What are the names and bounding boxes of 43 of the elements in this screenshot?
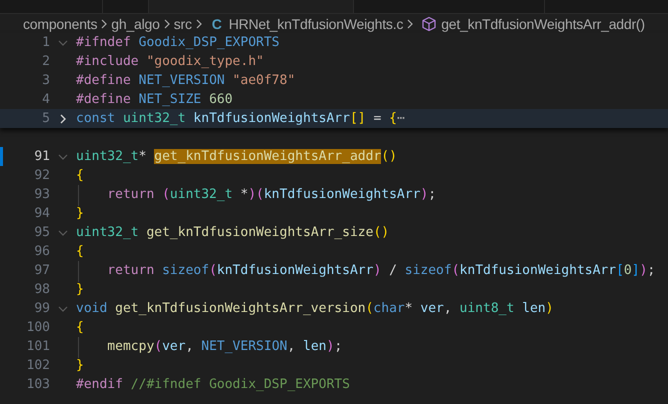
- line-number: 100: [26, 320, 50, 335]
- code-line: {: [76, 320, 84, 335]
- code-line: }: [76, 282, 84, 297]
- chevron-right-icon: [405, 18, 416, 30]
- line-number: 97: [33, 263, 50, 278]
- code-line: {: [76, 168, 84, 183]
- line-number: 2: [41, 54, 50, 69]
- c-file-icon: C: [212, 16, 222, 32]
- code-line: }: [76, 206, 84, 221]
- line-number: 91: [33, 149, 50, 164]
- code-line: void get_knTdfusionWeightsArr_version(char* ver, uint8_t len): [76, 301, 554, 316]
- code-line: uint32_t* get_knTdfusionWeightsArr_addr(): [76, 149, 397, 164]
- code-line: #ifndef Goodix_DSP_EXPORTS: [76, 35, 280, 50]
- line-number: 95: [33, 225, 50, 240]
- breadcrumb-item[interactable]: src: [174, 16, 192, 32]
- breadcrumb-item[interactable]: HRNet_knTdfusionWeights.c: [228, 16, 404, 32]
- line-number: 102: [26, 358, 50, 373]
- line-number: 3: [41, 73, 50, 88]
- breadcrumb-item[interactable]: get_knTdfusionWeightsArr_addr(): [441, 16, 645, 32]
- line-number: 1: [41, 35, 50, 50]
- line-number: 5: [41, 111, 50, 126]
- breadcrumb-item[interactable]: gh_algo: [111, 16, 160, 32]
- line-number: 93: [33, 187, 50, 202]
- line-number: 99: [33, 301, 50, 316]
- code-line: #define NET_VERSION "ae0f78": [76, 73, 296, 88]
- code-line: {: [76, 244, 84, 259]
- line-number: 103: [26, 377, 50, 392]
- code-line: }: [76, 358, 84, 373]
- chevron-right-icon: [162, 18, 172, 30]
- line-number: 94: [33, 206, 50, 221]
- code-line: #include "goodix_type.h": [76, 54, 264, 69]
- chevron-right-icon: [194, 18, 204, 30]
- line-number: 92: [33, 168, 50, 183]
- line-number: 98: [33, 282, 50, 297]
- breadcrumb-item[interactable]: components: [23, 16, 98, 32]
- line-number: 101: [26, 339, 50, 354]
- chevron-right-icon: [99, 18, 110, 30]
- line-number: 4: [41, 92, 50, 107]
- code-line: #define NET_SIZE 660: [76, 92, 233, 107]
- line-number: 96: [33, 244, 50, 259]
- code-line: #endif //#ifndef Goodix_DSP_EXPORTS: [76, 377, 350, 392]
- code-line: uint32_t get_knTdfusionWeightsArr_size(): [76, 225, 390, 240]
- code-line: const uint32_t knTdfusionWeightsArr[] = {⋯: [76, 111, 405, 126]
